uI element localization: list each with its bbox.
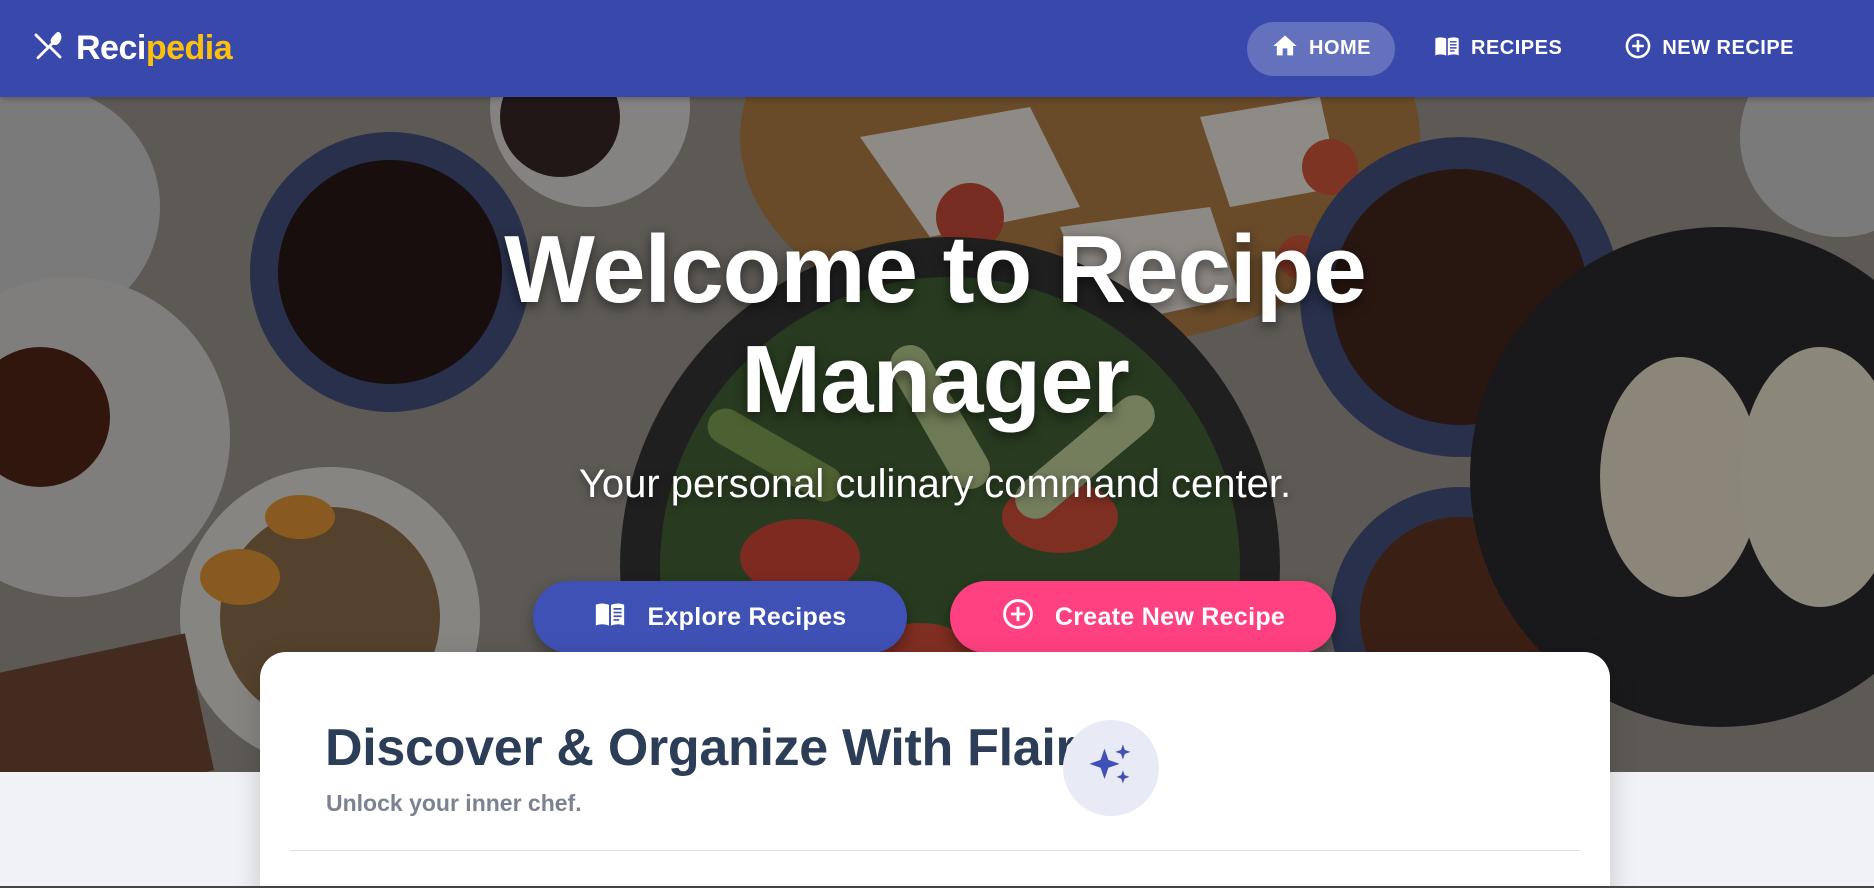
plus-circle-icon [1624, 32, 1652, 66]
book-icon [1433, 32, 1461, 66]
sparkles-badge [1063, 720, 1159, 816]
nav-item-label: RECIPES [1471, 37, 1563, 59]
main-nav: HOME RECIPES NEW RECIPE [1247, 21, 1818, 76]
hero-subtitle: Your personal culinary command center. [578, 462, 1292, 506]
nav-item-label: NEW RECIPE [1662, 37, 1794, 59]
brand-name: Recipedia [76, 29, 233, 68]
card-subtitle: Unlock your inner chef. [326, 790, 582, 816]
hero-title: Welcome to Recipe Manager [504, 216, 1366, 433]
brand-name-part2: pedia [145, 29, 233, 67]
create-new-recipe-button[interactable]: Create New Recipe [950, 581, 1336, 653]
home-icon [1271, 32, 1299, 66]
card-title: Discover & Organize With Flair [325, 719, 1076, 777]
nav-item-recipes[interactable]: RECIPES [1409, 22, 1586, 76]
create-new-recipe-label: Create New Recipe [1054, 602, 1286, 631]
nav-item-home[interactable]: HOME [1247, 21, 1395, 76]
card-divider [290, 850, 1580, 851]
utensils-icon [32, 29, 66, 68]
book-icon [593, 597, 627, 638]
page: Recipedia HOME RECIPES NEW RECIPE Welcom… [0, 0, 1874, 888]
feature-card: Discover & Organize With Flair Unlock yo… [260, 652, 1610, 888]
brand-name-part1: Reci [76, 29, 146, 67]
nav-item-label: HOME [1309, 37, 1371, 59]
explore-recipes-button[interactable]: Explore Recipes [533, 581, 907, 653]
explore-recipes-label: Explore Recipes [647, 602, 847, 631]
sparkles-icon [1085, 740, 1137, 797]
plus-circle-icon [1001, 597, 1035, 638]
nav-item-new-recipe[interactable]: NEW RECIPE [1600, 22, 1818, 76]
top-navbar: Recipedia HOME RECIPES NEW RECIPE [0, 0, 1874, 97]
brand-logo-link[interactable]: Recipedia [32, 29, 233, 68]
